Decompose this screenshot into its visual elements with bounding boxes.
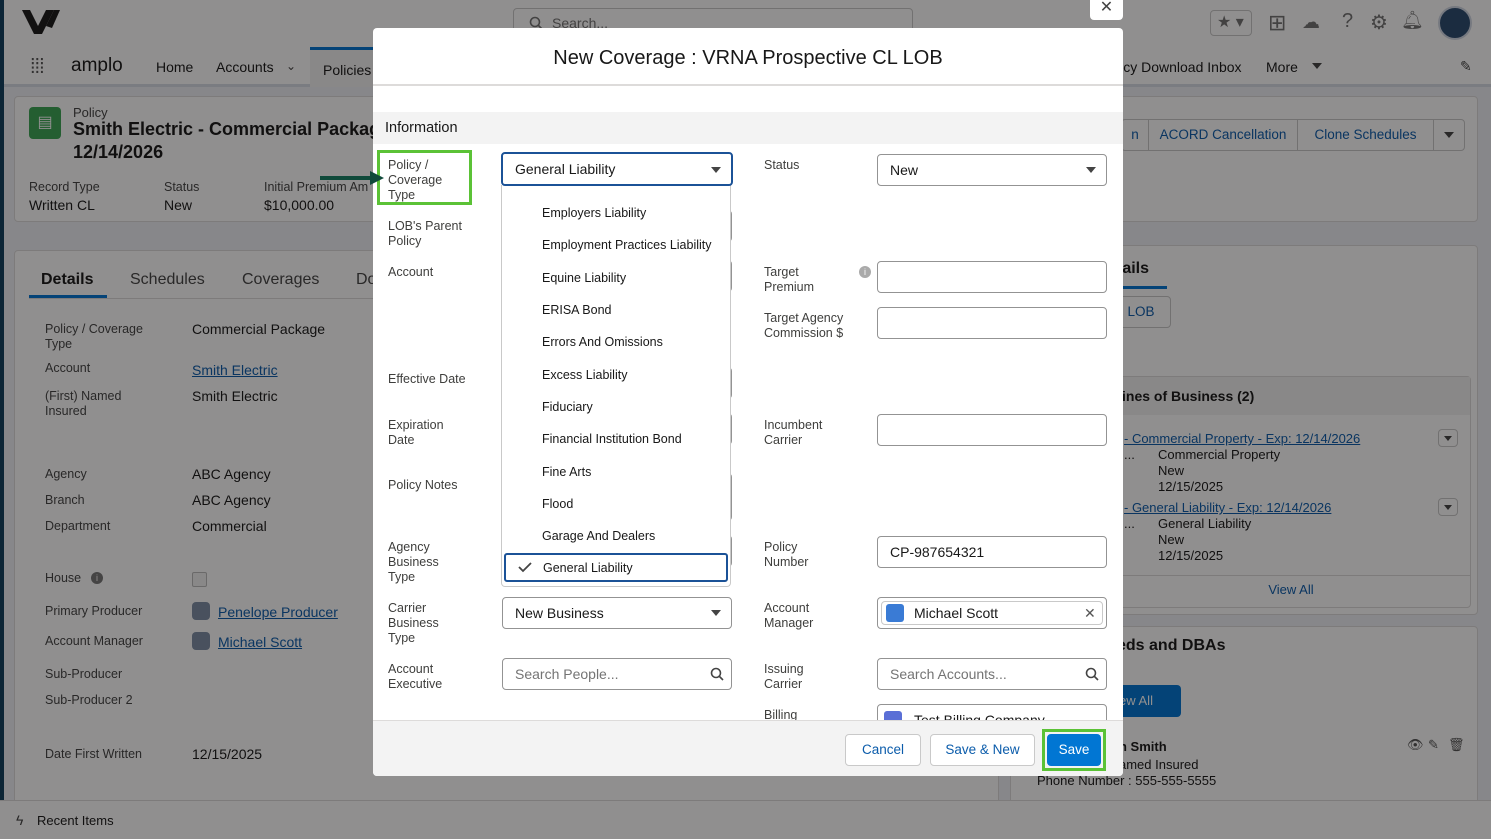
account-manager-value: Michael Scott	[914, 605, 999, 621]
account-icon	[884, 711, 902, 720]
modal-footer: Cancel Save & New Save	[373, 720, 1123, 776]
chevron-down-icon	[1086, 167, 1096, 173]
new-coverage-modal: New Coverage : VRNA Prospective CL LOB I…	[373, 28, 1123, 776]
option-excess-liability[interactable]: Excess Liability	[502, 359, 730, 391]
option-employment-practices-liability[interactable]: Employment Practices Liability	[502, 229, 730, 261]
issuing-carrier-input[interactable]: Search Accounts...	[877, 658, 1107, 690]
target-commission-input[interactable]	[877, 307, 1107, 339]
option-fine-arts[interactable]: Fine Arts	[502, 456, 730, 488]
chevron-down-icon	[711, 610, 721, 616]
label-issuing-carrier: Issuing Carrier	[764, 662, 804, 691]
billing-lookup[interactable]: Test Billing Company	[877, 704, 1107, 720]
label-target-commission: Target Agency Commission $	[764, 311, 844, 340]
chevron-down-icon	[711, 167, 721, 173]
cancel-button[interactable]: Cancel	[845, 734, 921, 766]
label-effective-date: Effective Date	[388, 372, 466, 386]
label-policy-number: Policy Number	[764, 540, 809, 569]
label-coverage-type: Policy / Coverage Type	[388, 158, 443, 202]
label-agency-business-type: Agency Business Type	[388, 540, 439, 584]
label-carrier-business-type: Carrier Business Type	[388, 601, 439, 645]
coverage-type-select[interactable]: General Liability	[501, 152, 733, 186]
label-target-premium: Target Premium	[764, 265, 815, 294]
coverage-type-value: General Liability	[515, 161, 616, 177]
save-and-new-button[interactable]: Save & New	[930, 734, 1035, 766]
option-garage-and-dealers[interactable]: Garage And Dealers	[502, 520, 730, 552]
search-icon	[1085, 667, 1099, 681]
option-general-liability[interactable]: General Liability	[504, 553, 728, 582]
close-icon[interactable]: ✕	[1090, 0, 1123, 20]
modal-body: Information Policy / Coverage Type LOB's…	[373, 88, 1123, 720]
check-icon	[518, 562, 532, 573]
option-erisa-bond[interactable]: ERISA Bond	[502, 294, 730, 326]
account-executive-input[interactable]: Search People...	[502, 658, 732, 690]
label-expiration-date: Expiration Date	[388, 418, 444, 447]
label-account: Account	[388, 265, 434, 279]
option-flood[interactable]: Flood	[502, 488, 730, 520]
option-financial-institution-bond[interactable]: Financial Institution Bond	[502, 423, 730, 455]
label-billing: Billing	[764, 708, 798, 720]
label-status: Status	[764, 158, 800, 172]
carrier-business-type-value: New Business	[515, 605, 604, 621]
option-fiduciary[interactable]: Fiduciary	[502, 391, 730, 423]
account-manager-lookup[interactable]: Michael Scott ✕	[877, 597, 1107, 629]
policy-number-input[interactable]: CP-987654321	[877, 536, 1107, 568]
status-select-value: New	[890, 162, 919, 178]
modal-title: New Coverage : VRNA Prospective CL LOB	[373, 28, 1123, 86]
info-icon[interactable]: i	[859, 266, 871, 278]
arrow-annotation-icon	[320, 171, 384, 185]
account-executive-placeholder: Search People...	[515, 666, 619, 682]
label-policy-notes: Policy Notes	[388, 478, 458, 492]
option-errors-and-omissions[interactable]: Errors And Omissions	[502, 326, 730, 358]
target-premium-input[interactable]	[877, 261, 1107, 293]
coverage-type-listbox: Employers Liability Employment Practices…	[501, 185, 731, 587]
status-select[interactable]: New	[877, 154, 1107, 186]
search-icon	[710, 667, 724, 681]
carrier-business-type-select[interactable]: New Business	[502, 597, 732, 629]
incumbent-carrier-input[interactable]	[877, 414, 1107, 446]
save-button[interactable]: Save	[1047, 734, 1101, 766]
label-account-executive: Account Executive	[388, 662, 443, 691]
label-account-manager: Account Manager	[764, 601, 814, 630]
label-lob-parent: LOB's Parent Policy	[388, 219, 462, 248]
option-employers-liability[interactable]: Employers Liability	[502, 197, 730, 229]
clear-icon[interactable]: ✕	[1084, 598, 1096, 628]
option-equine-liability[interactable]: Equine Liability	[502, 262, 730, 294]
issuing-carrier-placeholder: Search Accounts...	[890, 666, 1007, 682]
billing-value: Test Billing Company	[914, 712, 1045, 720]
section-information: Information	[373, 112, 1123, 144]
user-icon	[886, 604, 904, 622]
label-incumbent-carrier: Incumbent Carrier	[764, 418, 823, 447]
